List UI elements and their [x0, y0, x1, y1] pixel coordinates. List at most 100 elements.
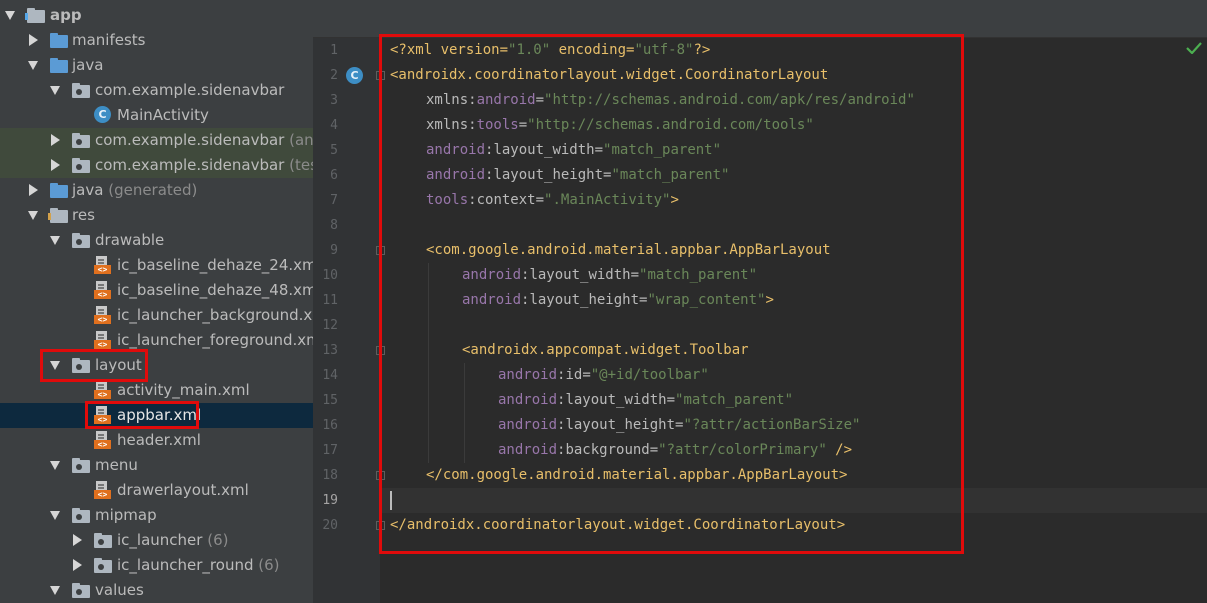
- tree-label: ic_launcher_round (6): [117, 556, 280, 574]
- tree-item-mainactivity[interactable]: C MainActivity: [0, 103, 313, 128]
- line-number: 8: [330, 218, 338, 233]
- resource-folder-icon: [48, 207, 68, 224]
- package-icon: [72, 132, 90, 149]
- line-number: 7: [330, 193, 338, 208]
- tree-label: ic_launcher (6): [117, 531, 229, 549]
- tree-label: menu: [95, 456, 138, 474]
- chevron-down-icon[interactable]: [50, 461, 60, 470]
- xml-file-icon: <>: [94, 381, 112, 400]
- tree-item-manifests[interactable]: manifests: [0, 28, 313, 53]
- line-number: 12: [322, 318, 338, 333]
- line-number: 14: [322, 368, 338, 383]
- tree-label: java (generated): [72, 181, 198, 199]
- highlight-box-appbar: [85, 401, 199, 429]
- tree-label: com.example.sidenavbar (andro: [95, 131, 313, 149]
- tree-item-package-androidtest[interactable]: com.example.sidenavbar (andro: [0, 128, 313, 153]
- tree-item-file[interactable]: <> ic_baseline_dehaze_24.xml: [0, 253, 313, 278]
- chevron-down-icon[interactable]: [50, 86, 60, 95]
- line-number: 4: [330, 118, 338, 133]
- class-icon: C: [94, 106, 111, 123]
- tree-item-res[interactable]: res: [0, 203, 313, 228]
- tree-item-java[interactable]: java: [0, 53, 313, 78]
- line-number-current: 19: [322, 493, 338, 508]
- line-number: 17: [322, 443, 338, 458]
- tree-item-file[interactable]: <> header.xml: [0, 428, 313, 453]
- tree-label: ic_launcher_background.xml: [117, 306, 313, 324]
- tree-item-drawable[interactable]: drawable: [0, 228, 313, 253]
- tree-item-package-main[interactable]: com.example.sidenavbar: [0, 78, 313, 103]
- tree-item-file[interactable]: <> ic_baseline_dehaze_48.xml: [0, 278, 313, 303]
- tree-label: values: [95, 581, 144, 599]
- tree-label: res: [72, 206, 95, 224]
- class-gutter-icon[interactable]: C: [346, 67, 363, 84]
- tree-item-mipmap[interactable]: mipmap: [0, 503, 313, 528]
- tree-item-file[interactable]: <> drawerlayout.xml: [0, 478, 313, 503]
- tree-item-values[interactable]: values: [0, 578, 313, 603]
- chevron-down-icon[interactable]: [28, 61, 38, 70]
- highlight-box-code: [379, 34, 964, 554]
- editor-tab-strip: [313, 0, 1207, 38]
- tree-item-app[interactable]: app: [0, 3, 313, 28]
- project-tree: app manifests java com.example.sidenavba…: [0, 0, 313, 603]
- chevron-down-icon[interactable]: [5, 11, 15, 20]
- tree-label: MainActivity: [117, 106, 209, 124]
- generated-folder-icon: [50, 182, 68, 199]
- tree-label: drawable: [95, 231, 165, 249]
- tree-label: com.example.sidenavbar: [95, 81, 285, 99]
- tree-label: ic_launcher_foreground.xml (: [117, 331, 313, 349]
- tree-label: activity_main.xml: [117, 381, 250, 399]
- highlight-box-layout: [40, 349, 148, 382]
- line-number: 9: [330, 243, 338, 258]
- package-icon: [72, 157, 90, 174]
- folder-icon: [72, 507, 90, 524]
- line-number: 2: [330, 68, 338, 83]
- tree-item-ic-launcher-round[interactable]: ic_launcher_round (6): [0, 553, 313, 578]
- chevron-down-icon[interactable]: [28, 211, 38, 220]
- folder-icon: [72, 582, 90, 599]
- xml-file-icon: <>: [94, 281, 112, 300]
- tree-label: ic_baseline_dehaze_24.xml: [117, 256, 313, 274]
- tree-item-ic-launcher[interactable]: ic_launcher (6): [0, 528, 313, 553]
- line-number: 1: [330, 43, 338, 58]
- source-folder-icon: [50, 57, 68, 74]
- xml-file-icon: <>: [94, 256, 112, 275]
- folder-icon: [72, 232, 90, 249]
- tree-label: ic_baseline_dehaze_48.xml: [117, 281, 313, 299]
- chevron-down-icon[interactable]: [50, 236, 60, 245]
- chevron-right-icon[interactable]: [29, 34, 38, 46]
- tree-item-package-test[interactable]: com.example.sidenavbar (test): [0, 153, 313, 178]
- line-number: 3: [330, 93, 338, 108]
- line-number: 20: [322, 518, 338, 533]
- tree-label: app: [50, 6, 82, 24]
- chevron-down-icon[interactable]: [50, 586, 60, 595]
- chevron-right-icon[interactable]: [29, 184, 38, 196]
- line-number: 5: [330, 143, 338, 158]
- chevron-right-icon[interactable]: [51, 134, 60, 146]
- tree-item-java-generated[interactable]: java (generated): [0, 178, 313, 203]
- tree-label: header.xml: [117, 431, 201, 449]
- line-number: 18: [322, 468, 338, 483]
- module-folder-icon: [25, 7, 45, 24]
- folder-icon: [94, 557, 112, 574]
- package-icon: [72, 82, 90, 99]
- line-number: 11: [322, 293, 338, 308]
- chevron-right-icon[interactable]: [73, 534, 82, 546]
- xml-file-icon: <>: [94, 481, 112, 500]
- tree-item-file[interactable]: <> ic_launcher_background.xml: [0, 303, 313, 328]
- chevron-down-icon[interactable]: [50, 511, 60, 520]
- line-number: 6: [330, 168, 338, 183]
- folder-icon: [50, 32, 68, 49]
- tree-label: com.example.sidenavbar (test): [95, 156, 313, 174]
- folder-icon: [72, 457, 90, 474]
- xml-file-icon: <>: [94, 306, 112, 325]
- tree-label: mipmap: [95, 506, 157, 524]
- xml-file-icon: <>: [94, 431, 112, 450]
- chevron-right-icon[interactable]: [51, 159, 60, 171]
- line-number: 13: [322, 343, 338, 358]
- chevron-right-icon[interactable]: [73, 559, 82, 571]
- xml-file-icon: <>: [94, 331, 112, 350]
- tree-item-menu[interactable]: menu: [0, 453, 313, 478]
- tree-label: manifests: [72, 31, 146, 49]
- line-number: 10: [322, 268, 338, 283]
- line-number: 16: [322, 418, 338, 433]
